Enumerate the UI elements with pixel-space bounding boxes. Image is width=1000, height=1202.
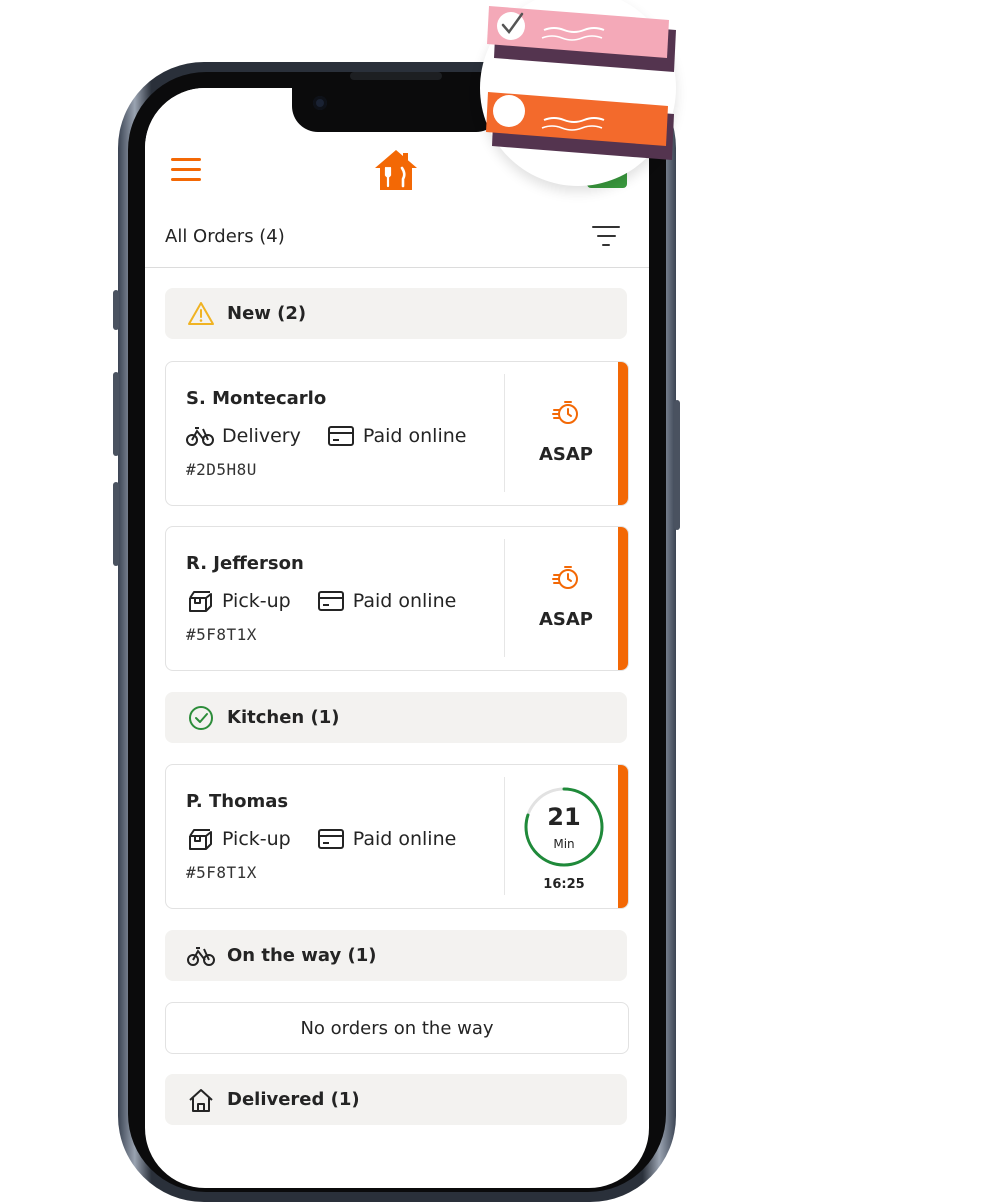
- order-meta: Delivery Paid online: [186, 423, 466, 449]
- section-on-the-way-label: On the way (1): [227, 945, 377, 966]
- customer-name: R. Jefferson: [186, 553, 304, 574]
- payment-status: Paid online: [362, 425, 467, 447]
- order-type: Pick-up: [222, 590, 291, 612]
- customer-name: P. Thomas: [186, 791, 289, 812]
- payment-status: Paid online: [352, 590, 457, 612]
- card-icon: [317, 591, 344, 611]
- card-accent-bar: [618, 362, 628, 505]
- order-card[interactable]: R. Jefferson Pick-up Paid online #5F8T1X…: [165, 526, 629, 671]
- payment-status: Paid online: [352, 828, 457, 850]
- section-delivered[interactable]: Delivered (1): [165, 1074, 627, 1125]
- order-card[interactable]: S. Montecarlo Delivery Paid online #2D5H…: [165, 361, 629, 506]
- all-orders-title: All Orders (4): [165, 226, 285, 247]
- section-delivered-label: Delivered (1): [227, 1089, 360, 1110]
- card-accent-bar: [618, 765, 628, 908]
- filter-icon[interactable]: [592, 226, 620, 248]
- order-code: #2D5H8U: [186, 460, 257, 479]
- phone-power-button: [674, 400, 680, 530]
- order-tickets-illustration: [486, 6, 676, 160]
- empty-state-text: No orders on the way: [300, 1018, 494, 1039]
- minutes-unit: Min: [553, 837, 575, 851]
- box-icon: [189, 591, 212, 612]
- phone-volume-down-button: [113, 482, 119, 566]
- card-accent-bar: [618, 527, 628, 670]
- warning-triangle-icon: [188, 302, 214, 325]
- bicycle-icon: [186, 427, 214, 446]
- hamburger-menu-icon[interactable]: [171, 158, 201, 181]
- bicycle-icon: [187, 947, 215, 966]
- front-camera: [313, 96, 327, 110]
- section-new[interactable]: New (2): [165, 288, 627, 339]
- order-meta: Pick-up Paid online: [186, 588, 456, 614]
- minutes-remaining: 21: [547, 803, 581, 831]
- orders-bar: All Orders (4): [145, 206, 649, 268]
- card-divider: [504, 374, 505, 492]
- asap-label: ASAP: [538, 444, 594, 465]
- order-type: Delivery: [222, 425, 301, 447]
- section-kitchen-label: Kitchen (1): [227, 707, 340, 728]
- card-divider: [504, 539, 505, 657]
- order-type: Pick-up: [222, 828, 291, 850]
- order-meta: Pick-up Paid online: [186, 826, 456, 852]
- box-icon: [189, 829, 212, 850]
- house-icon: [189, 1089, 213, 1112]
- order-card[interactable]: P. Thomas Pick-up Paid online #5F8T1X 21…: [165, 764, 629, 909]
- timer-icon: [552, 566, 578, 589]
- card-icon: [317, 829, 344, 849]
- section-kitchen[interactable]: Kitchen (1): [165, 692, 627, 743]
- section-on-the-way[interactable]: On the way (1): [165, 930, 627, 981]
- ready-time: 16:25: [543, 877, 585, 892]
- order-code: #5F8T1X: [186, 863, 257, 882]
- phone-volume-up-button: [113, 372, 119, 456]
- customer-name: S. Montecarlo: [186, 388, 327, 409]
- phone-speaker: [350, 72, 442, 80]
- phone-side-button: [113, 290, 119, 330]
- app-screen: All Orders (4) New (2) S. Montecarlo Del…: [145, 88, 649, 1188]
- order-code: #5F8T1X: [186, 625, 257, 644]
- section-new-label: New (2): [227, 303, 307, 324]
- asap-label: ASAP: [538, 609, 594, 630]
- card-icon: [327, 426, 354, 446]
- timer-icon: [552, 401, 578, 424]
- house-fork-knife-logo-icon[interactable]: [373, 148, 419, 192]
- card-divider: [504, 777, 505, 895]
- empty-state-on-the-way: No orders on the way: [165, 1002, 629, 1054]
- check-circle-icon: [189, 706, 213, 730]
